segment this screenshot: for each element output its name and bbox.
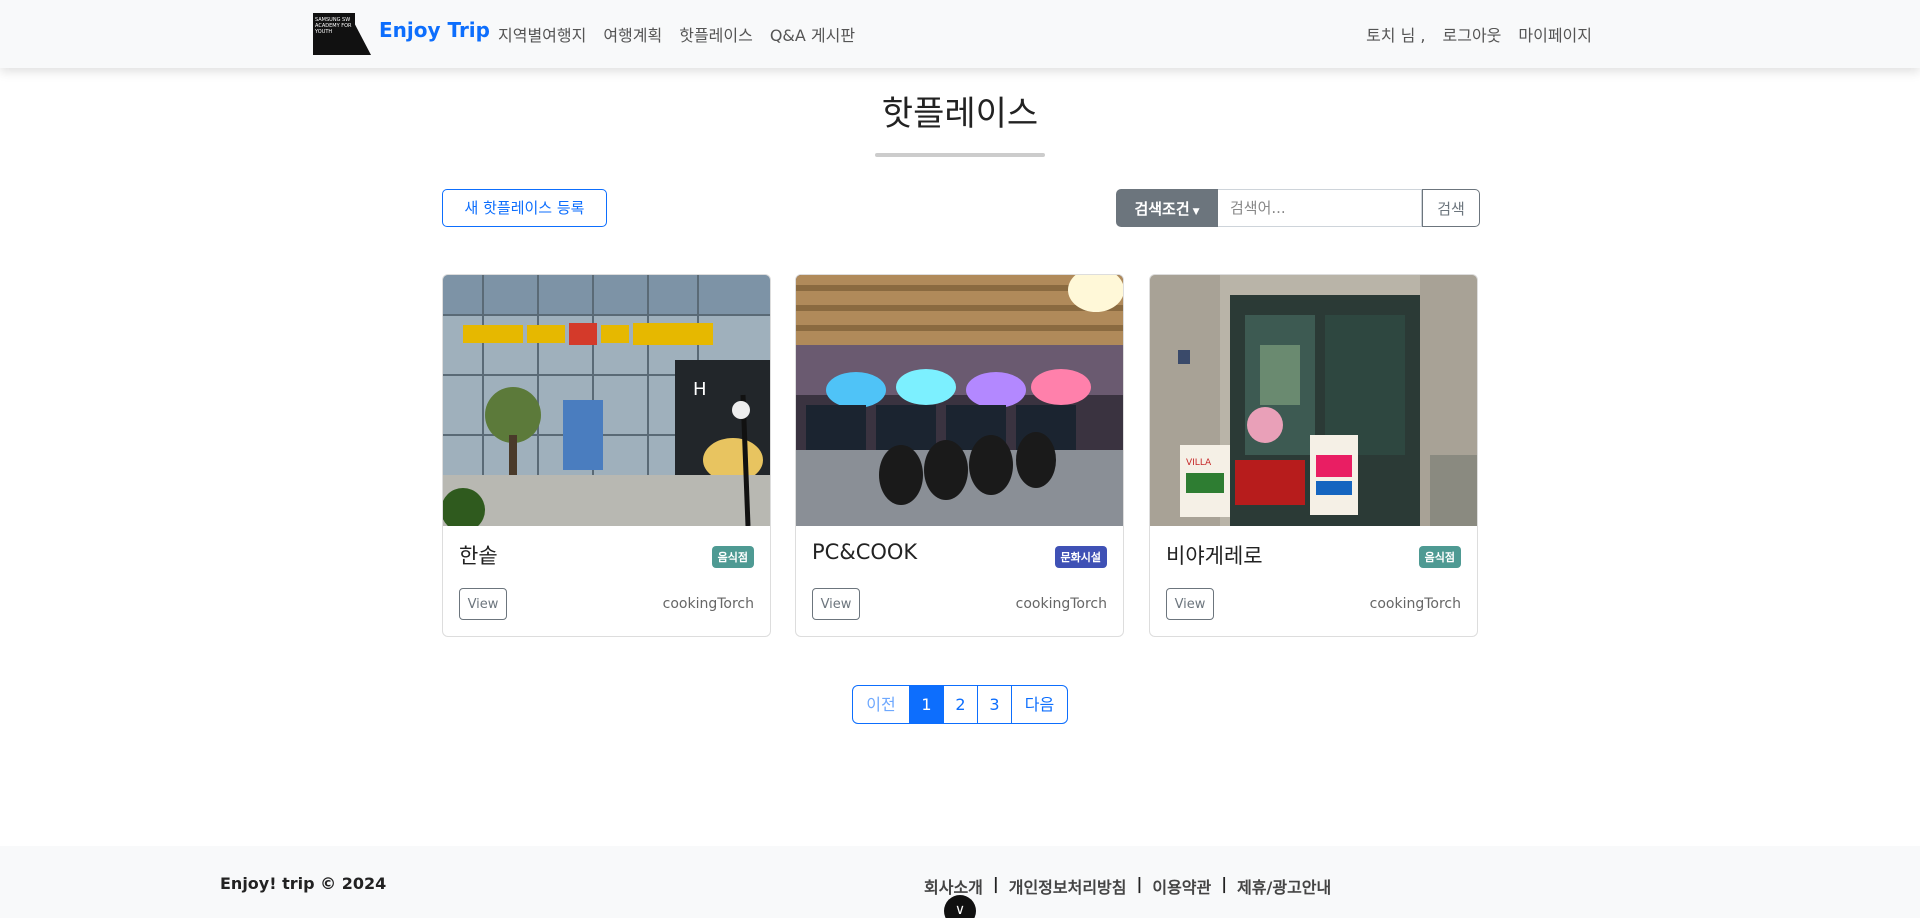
logo-text: SAMSUNG SW ACADEMY FOR YOUTH <box>313 13 355 55</box>
user-nav: 토치 님 , 로그아웃 마이페이지 <box>1366 22 1592 46</box>
svg-text:VILLA: VILLA <box>1186 458 1212 468</box>
search-group: 검색조건 ▼ 검색 <box>1116 189 1480 227</box>
hotplace-card: VILLA 비야게레로 음식점 View cookingTorch <box>1149 274 1478 637</box>
view-button[interactable]: View <box>812 588 860 620</box>
mypage-link[interactable]: 마이페이지 <box>1518 22 1592 46</box>
nav-item-qna-board[interactable]: Q&A 게시판 <box>770 22 855 46</box>
page-button-1[interactable]: 1 <box>909 685 944 724</box>
footer-separator: | <box>992 874 999 893</box>
card-body: 비야게레로 음식점 View cookingTorch <box>1150 526 1477 636</box>
search-condition-dropdown[interactable]: 검색조건 ▼ <box>1116 189 1218 227</box>
search-button[interactable]: 검색 <box>1422 189 1480 227</box>
view-button[interactable]: View <box>459 588 507 620</box>
main-nav: 지역별여행지 여행계획 핫플레이스 Q&A 게시판 <box>498 22 855 46</box>
page-button-3[interactable]: 3 <box>977 685 1012 724</box>
footer-separator: | <box>1136 874 1143 893</box>
nav-item-hotplace[interactable]: 핫플레이스 <box>679 22 753 46</box>
footer-separator: | <box>1221 874 1228 893</box>
category-badge: 문화시설 <box>1054 546 1107 568</box>
footer-brand: Enjoy! trip © 2024 <box>220 874 387 893</box>
hotplace-card: PC&COOK 문화시설 View cookingTorch <box>795 274 1124 637</box>
navbar: SAMSUNG SW ACADEMY FOR YOUTH Enjoy Trip … <box>0 0 1920 68</box>
category-badge: 음식점 <box>1418 546 1461 568</box>
title-underline <box>875 153 1045 157</box>
svg-text:H: H <box>693 379 707 400</box>
card-author: cookingTorch <box>1015 596 1107 612</box>
nav-item-travel-plan[interactable]: 여행계획 <box>603 22 662 46</box>
footer-link-about[interactable]: 회사소개 <box>924 874 983 898</box>
register-hotplace-button[interactable]: 새 핫플레이스 등록 <box>442 189 607 227</box>
card-body: 한솥 음식점 View cookingTorch <box>443 526 770 636</box>
card-author: cookingTorch <box>662 596 754 612</box>
pagination: 이전 1 2 3 다음 <box>852 685 1068 724</box>
caret-down-icon: ▼ <box>1192 206 1200 217</box>
view-button[interactable]: View <box>1166 588 1214 620</box>
footer-link-privacy[interactable]: 개인정보처리방침 <box>1009 874 1127 898</box>
next-page-button[interactable]: 다음 <box>1011 685 1068 724</box>
brand-link[interactable]: Enjoy Trip <box>379 18 490 42</box>
card-title[interactable]: 비야게레로 <box>1166 540 1263 570</box>
user-greeting: 토치 님 , <box>1366 26 1426 45</box>
hotplace-card: H 한솥 음식점 View cookingTorch <box>442 274 771 637</box>
card-body: PC&COOK 문화시설 View cookingTorch <box>796 526 1123 636</box>
prev-page-button[interactable]: 이전 <box>852 685 910 724</box>
card-title[interactable]: 한솥 <box>459 540 498 570</box>
hotplace-image: H <box>443 275 770 526</box>
category-badge: 음식점 <box>711 546 754 568</box>
logout-link[interactable]: 로그아웃 <box>1443 22 1502 46</box>
hotplace-image: VILLA <box>1150 275 1477 526</box>
footer-link-terms[interactable]: 이용약관 <box>1152 874 1211 898</box>
footer-link-partnership[interactable]: 제휴/광고안내 <box>1237 874 1331 898</box>
search-condition-label: 검색조건 <box>1134 199 1190 218</box>
search-input[interactable] <box>1218 189 1422 227</box>
card-title[interactable]: PC&COOK <box>812 540 917 564</box>
hotplace-image <box>796 275 1123 526</box>
ssafy-logo[interactable]: SAMSUNG SW ACADEMY FOR YOUTH <box>313 13 371 55</box>
page-title: 핫플레이스 <box>881 94 1039 134</box>
nav-item-regional-travel[interactable]: 지역별여행지 <box>498 22 586 46</box>
page-button-2[interactable]: 2 <box>943 685 978 724</box>
footer-links: 회사소개 | 개인정보처리방침 | 이용약관 | 제휴/광고안내 <box>924 874 1331 898</box>
card-author: cookingTorch <box>1369 596 1461 612</box>
